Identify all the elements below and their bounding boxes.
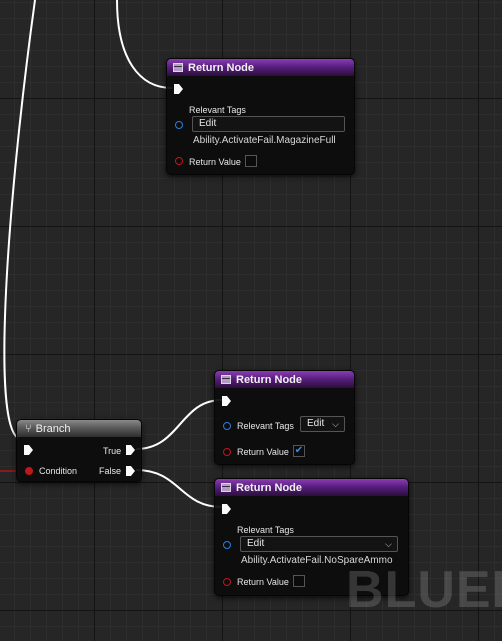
relevant-tags-pin[interactable] <box>223 422 231 430</box>
node-title: Return Node <box>236 481 302 494</box>
false-exec-pin[interactable] <box>126 466 135 476</box>
relevant-tags-label: Relevant Tags <box>237 525 294 535</box>
branch-node[interactable]: ⑂ Branch True Condition False <box>16 419 142 482</box>
branch-icon: ⑂ <box>25 422 32 435</box>
return-value-checkbox[interactable] <box>245 155 257 167</box>
relevant-tags-label: Relevant Tags <box>237 421 294 431</box>
exec-wire-to-branch[interactable] <box>3 0 36 439</box>
return-node-top[interactable]: Return Node Relevant Tags Edit Ability.A… <box>166 58 355 175</box>
edit-label: Edit <box>247 538 265 549</box>
chevron-down-icon: ⌵ <box>332 419 339 429</box>
exec-wire-false[interactable] <box>135 469 223 508</box>
condition-pin[interactable] <box>25 467 33 475</box>
exec-wire-to-top-return[interactable] <box>116 0 173 89</box>
blueprint-watermark: BLUEP <box>346 561 502 619</box>
return-node-true[interactable]: Return Node Relevant Tags Edit ⌵ Return … <box>214 370 355 465</box>
tag-edit-dropdown[interactable]: Edit ⌵ <box>240 536 398 552</box>
node-title: Branch <box>35 422 71 435</box>
node-header[interactable]: Return Node <box>167 59 354 76</box>
relevant-tags-pin[interactable] <box>223 541 231 549</box>
node-title: Return Node <box>236 373 302 386</box>
function-icon <box>221 375 231 384</box>
node-header[interactable]: Return Node <box>215 479 408 496</box>
exec-in-pin[interactable] <box>24 445 33 455</box>
relevant-tags-label: Relevant Tags <box>189 105 246 115</box>
return-value-pin[interactable] <box>175 157 183 165</box>
return-value-label: Return Value <box>237 577 289 587</box>
node-header[interactable]: Return Node <box>215 371 354 388</box>
node-title: Return Node <box>188 61 254 74</box>
return-value-label: Return Value <box>237 447 289 457</box>
chevron-down-icon: ⌵ <box>385 539 392 549</box>
false-label: False <box>99 466 122 476</box>
return-value-pin[interactable] <box>223 578 231 586</box>
node-header[interactable]: ⑂ Branch <box>17 420 141 437</box>
true-exec-pin[interactable] <box>126 445 135 455</box>
return-value-pin[interactable] <box>223 448 231 456</box>
return-value-checkbox[interactable]: ✔ <box>293 445 305 457</box>
return-value-checkbox[interactable] <box>293 575 305 587</box>
function-icon <box>221 483 231 492</box>
condition-label: Condition <box>39 466 78 476</box>
exec-wire-true[interactable] <box>135 399 223 450</box>
tag-value: Ability.ActivateFail.MagazineFull <box>193 135 336 146</box>
tag-edit-dropdown[interactable]: Edit ⌵ <box>300 416 345 432</box>
return-value-label: Return Value <box>189 157 241 167</box>
exec-in-pin[interactable] <box>222 396 231 406</box>
true-label: True <box>103 446 122 456</box>
exec-in-pin[interactable] <box>174 84 183 94</box>
checkmark-icon: ✔ <box>294 445 304 456</box>
edit-label: Edit <box>199 118 217 129</box>
exec-in-pin[interactable] <box>222 504 231 514</box>
relevant-tags-pin[interactable] <box>175 121 183 129</box>
edit-label: Edit <box>307 418 325 429</box>
function-icon <box>173 63 183 72</box>
tag-edit-button[interactable]: Edit <box>192 116 345 132</box>
